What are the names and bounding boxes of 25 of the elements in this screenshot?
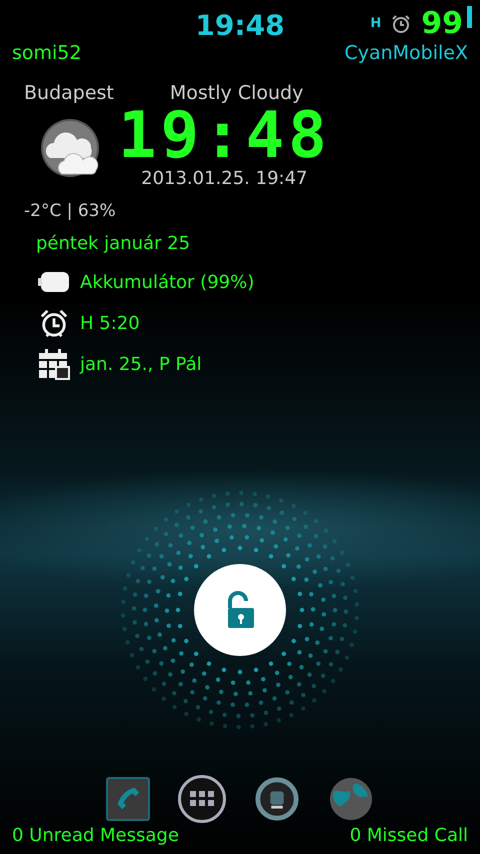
grid-icon bbox=[190, 791, 214, 807]
rom-name: CyanMobileX bbox=[344, 42, 468, 64]
owner-name: somi52 bbox=[12, 42, 82, 64]
status-time: 19:48 bbox=[195, 8, 285, 42]
city-name: Budapest bbox=[24, 82, 114, 104]
unread-messages: 0 Unread Message bbox=[12, 825, 179, 846]
info-text: H 5:20 bbox=[80, 312, 140, 334]
network-type-icon: H bbox=[370, 16, 382, 31]
missed-calls: 0 Missed Call bbox=[350, 825, 468, 846]
temperature-humidity: -2°C | 63% bbox=[23, 200, 117, 221]
app-drawer-button[interactable] bbox=[178, 775, 226, 823]
updated-datetime: 2013.01.25. 19:47 bbox=[141, 168, 308, 189]
alarm-clock-icon bbox=[38, 308, 70, 338]
phone-button[interactable] bbox=[106, 777, 150, 821]
weather-condition: Mostly Cloudy bbox=[170, 82, 304, 104]
alarm-clock-icon bbox=[391, 14, 412, 34]
globe-icon[interactable] bbox=[328, 776, 374, 822]
calendar-icon bbox=[38, 348, 70, 380]
info-text: Akkumulátor (99%) bbox=[80, 272, 254, 292]
date-text: péntek január 25 bbox=[35, 232, 192, 254]
battery-icon bbox=[38, 271, 70, 293]
digital-clock: 19:48 bbox=[118, 104, 331, 168]
battery-bar-icon bbox=[467, 6, 472, 28]
info-text: jan. 25., P Pál bbox=[80, 354, 202, 374]
battery-percent: 99 bbox=[421, 6, 463, 41]
